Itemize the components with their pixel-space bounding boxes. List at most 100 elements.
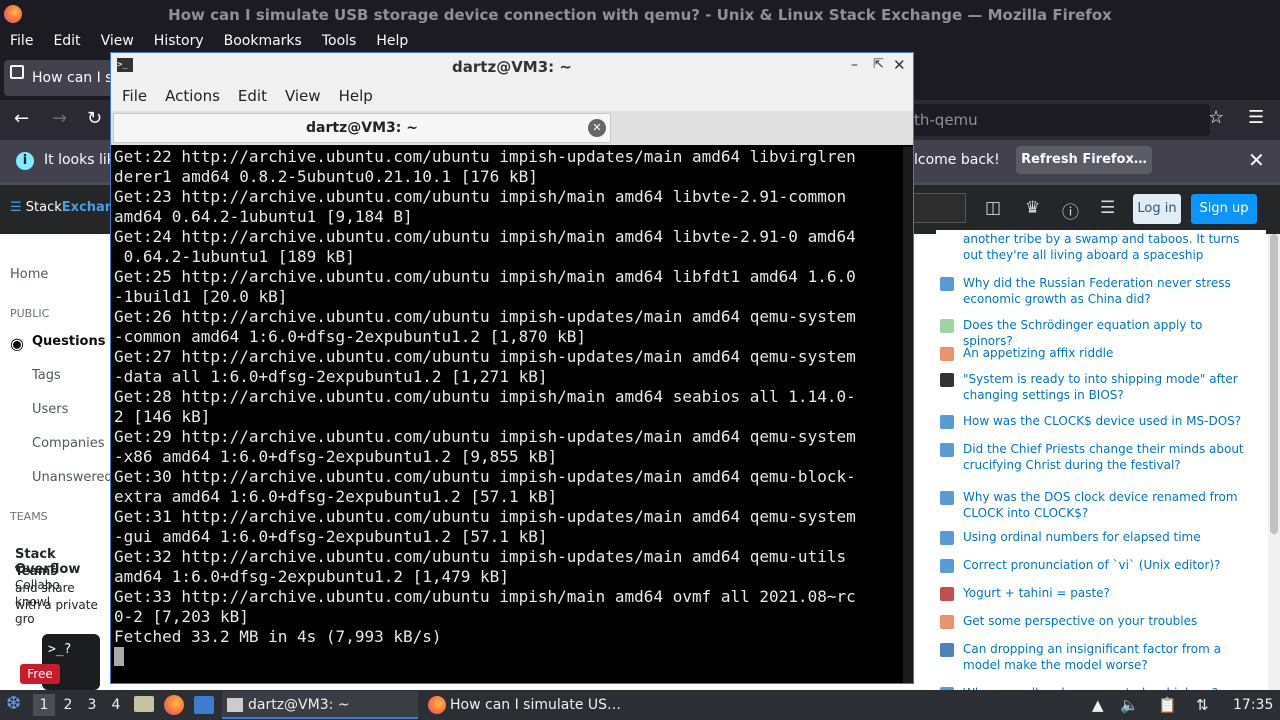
terminal-output[interactable]: Get:22 http://archive.ubuntu.com/ubuntu …	[114, 147, 894, 683]
site-favicon-icon	[940, 347, 954, 361]
nav-tags[interactable]: Tags	[32, 368, 61, 383]
terminal-line: Get:22 http://archive.ubuntu.com/ubuntu …	[114, 147, 856, 166]
workspace-3[interactable]: 3	[81, 694, 103, 716]
hnq-title: An appetizing affix riddle	[963, 346, 1114, 360]
firefox-task-icon	[428, 696, 446, 714]
firefox-titlebar: How can I simulate USB storage device co…	[0, 0, 1280, 30]
terminal-line: Get:29 http://archive.ubuntu.com/ubuntu …	[114, 427, 856, 446]
minimize-icon[interactable]: –	[851, 57, 858, 73]
terminal-line: Get:24 http://archive.ubuntu.com/ubuntu …	[114, 227, 856, 246]
ff-menu-edit[interactable]: Edit	[43, 30, 90, 54]
terminal-line: Get:27 http://archive.ubuntu.com/ubuntu …	[114, 347, 856, 366]
free-badge: Free	[20, 664, 60, 684]
se-logo-icon: ☰	[10, 200, 22, 215]
terminal-line: amd64 1:6.0+dfsg-2expubuntu1.2 [1,479 kB…	[114, 567, 509, 586]
firefox-logo-icon	[4, 5, 22, 23]
close-tab-icon[interactable]: ✕	[588, 119, 606, 137]
taskbar-firefox-button[interactable]: How can I simulate US…	[424, 691, 644, 719]
taskbar-terminal-button[interactable]: dartz@VM3: ~	[222, 691, 418, 719]
ff-menu-view[interactable]: View	[91, 30, 144, 54]
site-favicon-icon	[940, 615, 954, 629]
refresh-firefox-button[interactable]: Refresh Firefox…	[1016, 146, 1152, 174]
site-favicon-icon	[940, 531, 954, 545]
terminal-scrollbar[interactable]	[903, 147, 913, 683]
terminal-line: extra amd64 1:6.0+dfsg-2expubuntu1.2 [57…	[114, 487, 558, 506]
forward-icon[interactable]: →	[52, 108, 67, 129]
terminal-line: Get:30 http://archive.ubuntu.com/ubuntu …	[114, 467, 856, 486]
firefox-launcher-icon[interactable]	[164, 695, 184, 715]
ff-menu-file[interactable]: File	[0, 30, 43, 54]
clock[interactable]: 17:35	[1233, 690, 1273, 720]
nav-users[interactable]: Users	[32, 402, 68, 417]
hnq-title: How was the CLOCK$ device used in MS-DOS…	[963, 414, 1242, 428]
terminal-line: -x86 amd64 1:6.0+dfsg-2expubuntu1.2 [9,8…	[114, 447, 558, 466]
desktop-icon[interactable]	[194, 696, 214, 714]
network-icon[interactable]: ⇅	[1196, 696, 1209, 714]
site-favicon-icon	[940, 443, 954, 457]
login-button[interactable]: Log in	[1133, 194, 1181, 224]
terminal-line: Get:25 http://archive.ubuntu.com/ubuntu …	[114, 267, 856, 286]
terminal-task-icon	[227, 698, 243, 712]
terminal-line: amd64 0.64.2-1ubuntu1 [9,184 B]	[114, 207, 413, 226]
workspace-1[interactable]: 1	[33, 694, 55, 716]
ff-menu-bookmarks[interactable]: Bookmarks	[214, 30, 312, 54]
teams-promo-line3: with a private gro	[15, 598, 98, 626]
close-notification-icon[interactable]: ✕	[1248, 148, 1265, 172]
close-window-icon[interactable]: ✕	[893, 56, 906, 74]
se-search-input[interactable]	[912, 193, 966, 223]
hnq-title: "System is ready to into shipping mode" …	[963, 372, 1238, 402]
info-icon: i	[16, 152, 34, 170]
info-text-start: It looks lik	[44, 152, 115, 168]
workspace-4[interactable]: 4	[105, 694, 127, 716]
ff-menu-history[interactable]: History	[144, 30, 214, 54]
terminal-line: -1build1 [20.0 kB]	[114, 287, 288, 306]
back-icon[interactable]: ←	[14, 108, 29, 129]
term-menu-view[interactable]: View	[276, 81, 330, 111]
term-menu-actions[interactable]: Actions	[156, 81, 229, 111]
file-manager-icon[interactable]	[134, 696, 154, 712]
url-bar[interactable]: th-qemu	[900, 104, 1210, 136]
reload-icon[interactable]: ↻	[87, 108, 102, 129]
site-favicon-icon	[940, 491, 954, 505]
terminal-line: Get:31 http://archive.ubuntu.com/ubuntu …	[114, 507, 856, 526]
hnq-title: Yogurt + tahini = paste?	[963, 586, 1110, 600]
ff-menu-tools[interactable]: Tools	[312, 30, 367, 54]
terminal-line: derer1 amd64 0.8.2-5ubuntu0.21.10.1 [176…	[114, 167, 538, 186]
achievements-icon[interactable]: ♛	[1025, 198, 1040, 218]
terminal-window-title: dartz@VM3: ~	[452, 58, 572, 76]
start-menu-icon[interactable]: ❆	[6, 693, 21, 714]
terminal-titlebar[interactable]: dartz@VM3: ~	[111, 53, 913, 81]
term-menu-file[interactable]: File	[113, 81, 156, 111]
terminal-line: 2 [146 kB]	[114, 407, 211, 426]
site-favicon-icon	[940, 319, 954, 333]
volume-icon[interactable]: 🔈	[1120, 696, 1139, 714]
nav-teams-heading: TEAMS	[10, 510, 48, 523]
nav-home[interactable]: Home	[10, 267, 48, 282]
se-left-nav: Home PUBLIC ◉ Questions Tags Users Compa…	[0, 234, 113, 690]
taskbar-terminal-label: dartz@VM3: ~	[248, 697, 350, 713]
terminal-tabbar: dartz@VM3: ~ ✕	[111, 111, 913, 145]
help-icon[interactable]: ⓘ	[1062, 198, 1079, 223]
workspace-2[interactable]: 2	[57, 694, 79, 716]
teams-promo-teams: Teams	[15, 564, 58, 578]
upload-icon[interactable]: ▲	[1092, 696, 1104, 714]
site-switcher-icon[interactable]: ☰	[1100, 198, 1115, 218]
signup-button[interactable]: Sign up	[1191, 194, 1257, 224]
hnq-title: Can dropping an insignificant factor fro…	[963, 642, 1221, 672]
nav-companies[interactable]: Companies	[32, 436, 105, 451]
nav-questions[interactable]: Questions	[32, 334, 105, 349]
terminal-line: -data all 1:6.0+dfsg-2expubuntu1.2 [1,27…	[114, 367, 548, 386]
maximize-icon[interactable]: ⇱	[873, 57, 884, 72]
ff-menu-help[interactable]: Help	[366, 30, 418, 54]
bookmark-star-icon[interactable]: ☆	[1208, 107, 1224, 128]
term-menu-edit[interactable]: Edit	[229, 81, 276, 111]
inbox-icon[interactable]: ◫	[985, 198, 1001, 218]
nav-unanswered[interactable]: Unanswered	[32, 470, 113, 485]
term-menu-help[interactable]: Help	[330, 81, 382, 111]
taskbar-firefox-label: How can I simulate US…	[450, 697, 622, 713]
clipboard-icon[interactable]: 📋	[1158, 696, 1177, 714]
app-menu-icon[interactable]: ☰	[1248, 107, 1264, 128]
hnq-title: Correct pronunciation of `vi` (Unix edit…	[963, 558, 1221, 572]
terminal-tab[interactable]: dartz@VM3: ~ ✕	[113, 113, 611, 143]
page-scroll-thumb[interactable]	[1270, 234, 1278, 534]
